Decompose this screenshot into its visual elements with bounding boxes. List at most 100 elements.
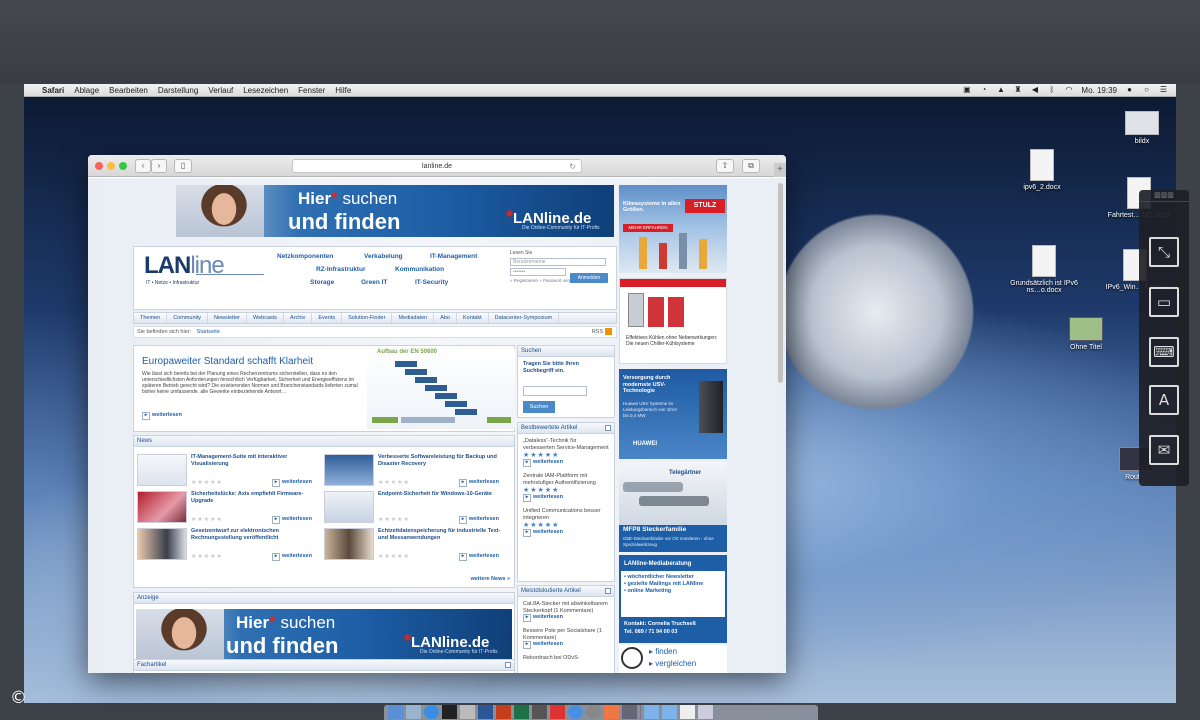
news-item[interactable]: Echtzeitdatenspeicherung für industriell… [324,526,510,562]
login-button[interactable]: Anmelden [570,273,608,283]
flame-icon[interactable]: ▲ [996,86,1005,94]
all-news-link[interactable]: weitere News » [471,576,510,582]
breadcrumb-home-link[interactable]: Startseite [197,329,220,335]
desktop-icon-grundsaetzlich[interactable]: Grundsätzlich ist IPv6 ns…o.docx [1009,245,1079,294]
page-scrollbar[interactable] [778,183,783,383]
binoculars-icon[interactable]: ♜ [1013,86,1022,94]
anzeige-banner-ad[interactable]: Hier* suchen und finden *LANline.de Die … [136,609,512,663]
clock[interactable]: Mo. 19:39 [1081,86,1117,95]
stulz-cta[interactable]: MEHR ERFAHREN [623,224,673,232]
forward-button[interactable]: › [151,159,167,173]
desktop-icon-bildx[interactable]: bildx [1107,111,1176,145]
nav-webcasts[interactable]: Webcasts [247,313,285,323]
topnav-kommunikation[interactable]: Kommunikation [395,266,444,273]
nav-themen[interactable]: Themen [134,313,168,323]
huawei-ad[interactable]: Versorgung durch modernste USV-Technolog… [619,369,727,459]
news-more-link[interactable]: weiterlesen [272,479,312,487]
reload-icon[interactable]: ↻ [569,160,576,173]
app-icon[interactable] [622,705,637,719]
most-discussed-more-link[interactable]: weiterlesen [523,614,609,622]
preview-icon[interactable] [460,705,475,719]
news-rating[interactable]: ★★★★★ [191,479,223,486]
nav-kontakt[interactable]: Kontakt [457,313,489,323]
excel-icon[interactable] [514,705,529,719]
minimize-window-button[interactable] [107,162,115,170]
nav-datacenter-symposium[interactable]: Datacenter-Symposium [489,313,560,323]
news-rating[interactable]: ★★★★★ [378,516,410,523]
feature-article[interactable]: Europaweiter Standard schafft Klarheit W… [133,345,515,432]
nav-newsletter[interactable]: Newsletter [208,313,247,323]
zoom-window-button[interactable] [119,162,127,170]
topnav-it-management[interactable]: IT-Management [430,253,477,260]
collapse-icon[interactable] [505,662,511,668]
finder-icon[interactable] [388,705,403,719]
address-bar[interactable]: lanline.de ↻ [292,159,582,173]
news-title[interactable]: Sicherheitslücke: Axis empfiehlt Firmwar… [191,491,321,504]
volume-icon[interactable]: ◀ [1030,86,1039,94]
best-rated-more-link[interactable]: weiterlesen [523,529,609,537]
feature-title[interactable]: Europaweiter Standard schafft Klarheit [142,356,313,367]
launchpad-icon[interactable] [406,705,421,719]
terminal-icon[interactable] [442,705,457,719]
news-item[interactable]: Gesetzentwurf zur elektronischen Rechnun… [137,526,323,562]
resize-arrow-icon[interactable]: ⤡ [1149,237,1179,267]
news-rating[interactable]: ★★★★★ [191,516,223,523]
search-input[interactable] [523,386,587,396]
most-discussed-title[interactable]: Bessere Pole per Socialshare (1 Kommenta… [523,628,609,641]
desktop-icon-ipv6-2[interactable]: ipv6_2.docx [1007,149,1077,191]
mediaberatung-ad[interactable]: LANline-Mediaberatung • wöchentlicher Ne… [619,555,727,643]
rss-link[interactable]: RSS [592,327,612,338]
telegaertner-ad[interactable]: Telegärtner MFP8 Steckerfamilie GbE-Stec… [619,462,727,552]
powerpoint-icon[interactable] [496,705,511,719]
menu-darstellung[interactable]: Darstellung [158,86,198,95]
safari-icon[interactable] [424,705,439,719]
finden-vergleichen-ad[interactable]: ▸ finden ▸ vergleichen [619,645,727,673]
trash-icon[interactable] [698,705,713,719]
news-more-link[interactable]: weiterlesen [459,516,499,524]
news-item[interactable]: Endpoint-Sicherheit für Windows-10-Gerät… [324,489,510,525]
nav-abo[interactable]: Abo [434,313,457,323]
most-discussed-more-link[interactable]: weiterlesen [523,641,609,649]
menu-fenster[interactable]: Fenster [298,86,325,95]
menu-hilfe[interactable]: Hilfe [335,86,351,95]
news-title[interactable]: Echtzeitdatenspeicherung für industriell… [378,528,508,541]
topnav-green-it[interactable]: Green IT [361,279,387,286]
folder-icon[interactable] [644,705,659,719]
spotlight-search-icon[interactable]: ○ [1142,86,1151,94]
top-banner-ad[interactable]: Hier* suchen und finden *LANline.de Die … [176,185,614,237]
collapse-icon[interactable] [605,425,611,431]
most-discussed-title[interactable]: Rekordnach bei ODvS- [523,655,609,662]
username-field[interactable]: Benutzername [510,258,606,266]
news-more-link[interactable]: weiterlesen [459,479,499,487]
app-icon[interactable] [550,705,565,719]
news-more-link[interactable]: weiterlesen [272,516,312,524]
menu-verlauf[interactable]: Verlauf [208,86,233,95]
gauge-icon[interactable]: ◔ [979,86,988,94]
screen-icon[interactable]: ▣ [962,86,971,94]
close-window-button[interactable] [95,162,103,170]
bluetooth-icon[interactable]: ᛒ [1047,86,1056,94]
best-rated-title[interactable]: Zentrale IAM-Plattform mit mehrstufiger … [523,473,609,486]
news-more-link[interactable]: weiterlesen [459,553,499,561]
folder-icon[interactable] [662,705,677,719]
nav-archiv[interactable]: Archiv [284,313,313,323]
new-tab-button[interactable]: + [774,163,786,177]
text-recognition-icon[interactable]: A [1149,385,1179,415]
best-rated-title[interactable]: Unified Communications besser integriere… [523,508,609,521]
news-title[interactable]: Endpoint-Sicherheit für Windows-10-Gerät… [378,491,508,498]
news-rating[interactable]: ★★★★★ [378,553,410,560]
news-rating[interactable]: ★★★★★ [378,479,410,486]
stulz-ad[interactable]: Klimasysteme in allen Größen. STULZ MEHR… [619,185,727,273]
news-item[interactable]: Verbesserte Softwareleistung für Backup … [324,452,510,488]
desktop-icon-ohne-titel[interactable]: Ohne Titel [1051,317,1121,351]
nav-mediadaten[interactable]: Mediadaten [392,313,435,323]
window-icon[interactable]: ▭ [1149,287,1179,317]
collapse-icon[interactable] [605,588,611,594]
topnav-netzkomponenten[interactable]: Netzkomponenten [277,253,333,260]
panel-drag-handle[interactable]: ▥▥▥ [1139,190,1189,202]
news-item[interactable]: Sicherheitslücke: Axis empfiehlt Firmwar… [137,489,323,525]
password-field[interactable]: ••••••• [510,268,566,276]
nav-solution-finder[interactable]: Solution-Finder [342,313,393,323]
site-logo[interactable]: LANline [144,252,225,280]
best-rated-more-link[interactable]: weiterlesen [523,494,609,502]
